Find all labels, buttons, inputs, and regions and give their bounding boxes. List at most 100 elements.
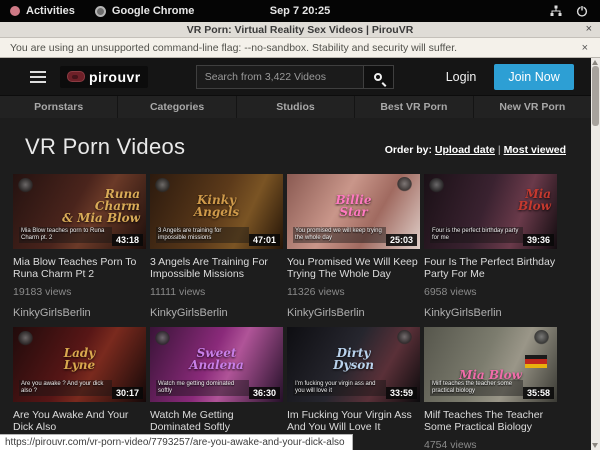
page-viewport: pirouvr Login Join Now Pornstars Categor…	[0, 58, 600, 450]
duration-badge: 33:59	[386, 387, 417, 399]
thumbnail-caption: Mia Blow teaches porn to Runa Charm pt. …	[19, 227, 112, 243]
thumbnail-overlay-title: Mia Blow	[424, 188, 551, 212]
thumbnail-caption: Four is the perfect birthday party for m…	[430, 227, 523, 243]
search-icon	[374, 73, 382, 81]
activities-button[interactable]: Activities	[26, 5, 75, 17]
duration-badge: 47:01	[249, 234, 280, 246]
studio-logo-icon	[155, 178, 170, 193]
main-navigation: Pornstars Categories Studios Best VR Por…	[0, 96, 591, 118]
nav-item-pornstars[interactable]: Pornstars	[0, 96, 117, 118]
search-input[interactable]	[196, 65, 364, 89]
video-thumbnail[interactable]: Kinky Angels 3 Angels are training for i…	[150, 174, 283, 249]
thumbnail-overlay-title: Dirty Dyson	[287, 347, 420, 371]
studio-logo-icon	[534, 330, 549, 345]
video-thumbnail[interactable]: Dirty Dyson I'm fucking your virgin ass …	[287, 327, 420, 402]
thumbnail-overlay-title: Sweet Analena	[150, 347, 283, 371]
power-icon[interactable]	[576, 5, 588, 17]
german-flag-icon	[525, 355, 547, 368]
site-logo[interactable]: pirouvr	[60, 66, 148, 88]
video-studio-link[interactable]: KinkyGirlsBerlin	[13, 307, 146, 319]
tab-title: VR Porn: Virtual Reality Sex Videos | Pi…	[187, 24, 414, 36]
video-thumbnail[interactable]: Mia Blow Four is the perfect birthday pa…	[424, 174, 557, 249]
video-title[interactable]: Watch Me Getting Dominated Softly	[150, 409, 283, 433]
video-views: 4754 views	[424, 439, 557, 450]
scroll-up-arrow-icon[interactable]	[592, 60, 598, 65]
video-card[interactable]: Mia Blow Four is the perfect birthday pa…	[424, 174, 557, 319]
studio-logo-icon	[397, 330, 412, 345]
thumbnail-overlay-title: Lady Lyne	[13, 347, 146, 371]
video-title[interactable]: Mia Blow Teaches Porn To Runa Charm Pt 2	[13, 256, 146, 280]
studio-logo-icon	[155, 331, 170, 346]
video-card[interactable]: Lady Lyne Are you awake ? And your dick …	[13, 327, 146, 450]
thumbnail-caption: Watch me getting dominated softly	[156, 380, 249, 396]
warning-message: You are using an unsupported command-lin…	[10, 42, 457, 54]
video-card[interactable]: Billie Star You promised we will keep tr…	[287, 174, 420, 319]
video-title[interactable]: Im Fucking Your Virgin Ass And You Will …	[287, 409, 420, 433]
duration-badge: 36:30	[249, 387, 280, 399]
nav-item-categories[interactable]: Categories	[118, 96, 235, 118]
order-upload-date-link[interactable]: Upload date	[435, 144, 495, 156]
thumbnail-caption: 3 Angels are training for impossible mis…	[156, 227, 249, 243]
vertical-scrollbar[interactable]	[591, 58, 600, 450]
link-status-bar: https://pirouvr.com/vr-porn-video/779325…	[0, 434, 353, 450]
logo-text: pirouvr	[89, 69, 141, 85]
tab-close-icon[interactable]: ×	[586, 23, 592, 35]
video-title[interactable]: Milf Teaches The Teacher Some Practical …	[424, 409, 557, 433]
site-header: pirouvr Login Join Now	[0, 58, 600, 96]
duration-badge: 25:03	[386, 234, 417, 246]
video-studio-link[interactable]: KinkyGirlsBerlin	[287, 307, 420, 319]
nav-item-best[interactable]: Best VR Porn	[355, 96, 472, 118]
join-now-button[interactable]: Join Now	[494, 64, 573, 90]
video-title[interactable]: 3 Angels Are Training For Impossible Mis…	[150, 256, 283, 280]
duration-badge: 30:17	[112, 387, 143, 399]
video-title[interactable]: You Promised We Will Keep Trying The Who…	[287, 256, 420, 280]
nav-item-studios[interactable]: Studios	[237, 96, 354, 118]
video-card[interactable]: Sweet Analena Watch me getting dominated…	[150, 327, 283, 450]
studio-logo-icon	[397, 177, 412, 192]
order-separator: |	[498, 144, 501, 156]
video-views: 6958 views	[424, 286, 557, 298]
recording-indicator-icon	[10, 6, 20, 16]
scroll-down-arrow-icon[interactable]	[592, 443, 598, 448]
page-title: VR Porn Videos	[25, 134, 185, 160]
network-tree-icon[interactable]	[550, 5, 562, 17]
thumbnail-overlay-title: Kinky Angels	[150, 194, 283, 218]
video-title[interactable]: Are You Awake And Your Dick Also	[13, 409, 146, 433]
video-studio-link[interactable]: KinkyGirlsBerlin	[424, 307, 557, 319]
browser-warning-bar: You are using an unsupported command-lin…	[0, 38, 600, 58]
video-card[interactable]: Runa Charm & Mia Blow Mia Blow teaches p…	[13, 174, 146, 319]
video-thumbnail[interactable]: Sweet Analena Watch me getting dominated…	[150, 327, 283, 402]
focused-app-menu[interactable]: Google Chrome	[112, 5, 195, 17]
video-title[interactable]: Four Is The Perfect Birthday Party For M…	[424, 256, 557, 280]
video-thumbnail[interactable]: Lady Lyne Are you awake ? And your dick …	[13, 327, 146, 402]
order-by-controls: Order by: Upload date | Most viewed	[385, 144, 566, 160]
video-card[interactable]: Kinky Angels 3 Angels are training for i…	[150, 174, 283, 319]
chrome-app-icon	[95, 6, 106, 17]
clock[interactable]: Sep 7 20:25	[270, 5, 331, 17]
hamburger-menu-icon[interactable]	[30, 71, 46, 83]
video-views: 11326 views	[287, 286, 420, 298]
scrollbar-thumb[interactable]	[592, 66, 599, 126]
thumbnail-caption: Are you awake ? And your dick also ?	[19, 380, 112, 396]
system-top-bar: Activities Google Chrome Sep 7 20:25	[0, 0, 600, 22]
video-views: 19183 views	[13, 286, 146, 298]
duration-badge: 39:36	[523, 234, 554, 246]
search-button[interactable]	[364, 65, 394, 89]
duration-badge: 35:58	[523, 387, 554, 399]
browser-tab[interactable]: VR Porn: Virtual Reality Sex Videos | Pi…	[0, 22, 600, 38]
thumbnail-caption: Milf teaches the teacher some practical …	[430, 380, 523, 396]
order-most-viewed-link[interactable]: Most viewed	[504, 144, 566, 156]
video-card[interactable]: Dirty Dyson I'm fucking your virgin ass …	[287, 327, 420, 450]
warning-close-icon[interactable]: ×	[582, 42, 588, 54]
thumbnail-caption: You promised we will keep trying the who…	[293, 227, 386, 243]
login-link[interactable]: Login	[446, 70, 477, 84]
duration-badge: 43:18	[112, 234, 143, 246]
video-card[interactable]: Mia Blow Milf teaches the teacher some p…	[424, 327, 557, 450]
video-thumbnail[interactable]: Runa Charm & Mia Blow Mia Blow teaches p…	[13, 174, 146, 249]
nav-item-new[interactable]: New VR Porn	[474, 96, 591, 118]
thumbnail-overlay-title: Billie Star	[287, 194, 420, 218]
video-thumbnail[interactable]: Billie Star You promised we will keep tr…	[287, 174, 420, 249]
studio-logo-icon	[18, 331, 33, 346]
video-thumbnail[interactable]: Mia Blow Milf teaches the teacher some p…	[424, 327, 557, 402]
video-studio-link[interactable]: KinkyGirlsBerlin	[150, 307, 283, 319]
